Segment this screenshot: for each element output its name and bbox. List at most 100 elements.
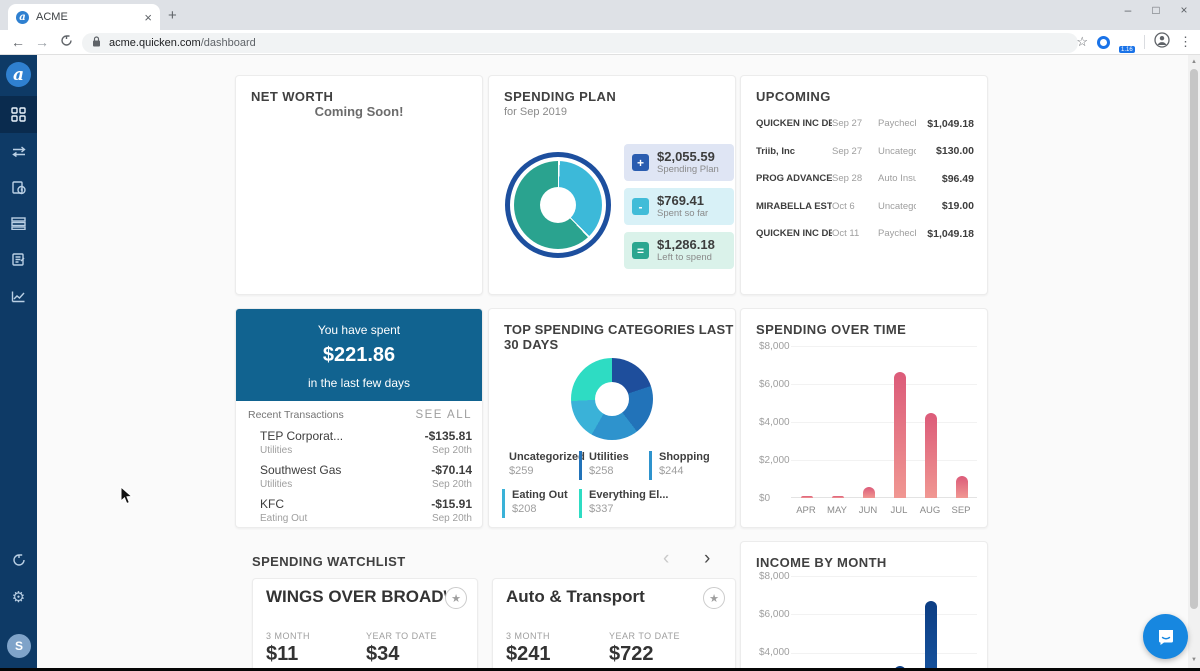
spent-suffix: in the last few days xyxy=(236,367,482,390)
window-close-button[interactable]: × xyxy=(1170,3,1198,17)
bar-apr xyxy=(801,496,813,498)
date: Sep 20th xyxy=(432,445,472,456)
period-value: $11 xyxy=(266,643,298,666)
extension-badge-icon[interactable]: 1.16 xyxy=(1119,35,1135,49)
sidebar-settings-button[interactable]: ⚙ xyxy=(0,578,37,615)
watchlist-item-card[interactable]: WINGS OVER BROADW... ★ 3 MONTH YEAR TO D… xyxy=(252,578,478,671)
legend-swatch xyxy=(502,489,505,518)
star-glyph: ★ xyxy=(451,592,461,605)
scroll-up-icon[interactable]: ▲ xyxy=(1188,59,1200,65)
period-value: $241 xyxy=(506,643,551,666)
date: Oct 6 xyxy=(832,201,878,212)
sidebar-item-bills[interactable] xyxy=(0,169,37,206)
page-scrollbar[interactable]: ▲ ▼ xyxy=(1188,55,1200,671)
y-axis-label: $2,000 xyxy=(759,455,790,466)
sidebar-item-dashboard[interactable] xyxy=(0,96,37,133)
date: Sep 20th xyxy=(432,513,472,524)
scrollbar-thumb[interactable] xyxy=(1190,69,1198,609)
category: Utilities xyxy=(260,479,292,490)
y-axis-label: $8,000 xyxy=(759,341,790,352)
upcoming-row[interactable]: PROG ADVANCED Sep 28 Auto Insuran... $96… xyxy=(756,165,974,193)
url-field[interactable]: acme.quicken.com/dashboard xyxy=(82,33,1078,53)
legend-swatch xyxy=(579,451,582,480)
watchlist-header: SPENDING WATCHLIST ‹ › xyxy=(235,548,735,572)
spending-plan-subtitle: for Sep 2019 xyxy=(504,106,567,118)
equals-icon: = xyxy=(632,242,649,259)
star-icon[interactable]: ★ xyxy=(703,587,725,609)
transfer-arrows-icon xyxy=(11,146,27,158)
legend-value: $258 xyxy=(589,465,629,477)
legend-label: Eating Out xyxy=(512,489,568,501)
category-legend-row: Uncategorized $259 Utilities $258 Shoppi… xyxy=(502,451,727,480)
tab-title: ACME xyxy=(36,11,144,23)
chevron-left-icon[interactable]: ‹ xyxy=(663,548,669,570)
x-axis-label: APR xyxy=(791,505,821,516)
spent-summary-card: You have spent $221.86 in the last few d… xyxy=(235,308,483,528)
bills-clock-icon xyxy=(11,180,26,195)
upcoming-row[interactable]: MIRABELLA ESTA... Oct 6 Uncategorized $1… xyxy=(756,193,974,221)
window-maximize-button[interactable]: □ xyxy=(1142,3,1170,17)
app-sidebar: a ⚙ S xyxy=(0,55,37,671)
see-all-link[interactable]: SEE ALL xyxy=(415,409,472,421)
bookmark-star-icon[interactable]: ☆ xyxy=(1076,34,1088,50)
stat-label: Spent so far xyxy=(657,208,708,219)
x-axis-label: SEP xyxy=(946,505,976,516)
dashboard-grid-icon xyxy=(11,107,26,122)
category: Paycheck xyxy=(878,118,916,129)
upcoming-row[interactable]: Triib, Inc Sep 27 Uncategorized $130.00 xyxy=(756,138,974,166)
watchlist-item-card[interactable]: Auto & Transport ★ 3 MONTH YEAR TO DATE … xyxy=(492,578,736,671)
x-axis-label: JUN xyxy=(853,505,883,516)
transaction-row[interactable]: TEP Corporat...-$135.81 UtilitiesSep 20t… xyxy=(260,429,472,456)
acme-logo[interactable]: a xyxy=(6,62,31,87)
stat-label: Left to spend xyxy=(657,252,715,263)
sidebar-item-reports[interactable] xyxy=(0,241,37,278)
sidebar-item-investments[interactable] xyxy=(0,278,37,315)
chat-bubble-button[interactable] xyxy=(1143,614,1188,659)
y-axis-label: $4,000 xyxy=(759,647,790,658)
extension-ring-icon[interactable] xyxy=(1097,36,1110,49)
legend-swatch xyxy=(649,451,652,480)
browser-window: a ACME × + – □ × ← → acme.quicken.com/da… xyxy=(0,0,1200,671)
top-categories-title: TOP SPENDING CATEGORIES LAST 30 DAYS xyxy=(504,322,735,352)
y-axis-label: $6,000 xyxy=(759,379,790,390)
transaction-row[interactable]: Southwest Gas-$70.14 UtilitiesSep 20th xyxy=(260,463,472,490)
upcoming-list: QUICKEN INC DES... Sep 27 Paycheck $1,04… xyxy=(756,110,974,248)
legend-value: $244 xyxy=(659,465,710,477)
y-axis-label: $6,000 xyxy=(759,609,790,620)
amount: $1,049.18 xyxy=(916,228,974,240)
browser-menu-icon[interactable]: ⋮ xyxy=(1179,34,1192,50)
browser-tab[interactable]: a ACME × xyxy=(8,4,160,30)
gear-icon: ⚙ xyxy=(12,588,25,606)
window-minimize-button[interactable]: – xyxy=(1114,3,1142,17)
amount: $96.49 xyxy=(916,173,974,185)
sidebar-item-transactions[interactable] xyxy=(0,133,37,170)
sidebar-refresh-button[interactable] xyxy=(0,541,37,578)
upcoming-row[interactable]: QUICKEN INC DES... Oct 11 Paycheck $1,04… xyxy=(756,220,974,248)
star-icon[interactable]: ★ xyxy=(445,587,467,609)
forward-icon[interactable]: → xyxy=(30,34,54,50)
tab-close-icon[interactable]: × xyxy=(144,10,152,25)
top-categories-card: TOP SPENDING CATEGORIES LAST 30 DAYS Unc… xyxy=(488,308,736,528)
user-avatar[interactable]: S xyxy=(7,634,31,658)
category: Auto Insuran... xyxy=(878,173,916,184)
payee: TEP Corporat... xyxy=(260,429,343,443)
sidebar-item-accounts[interactable] xyxy=(0,205,37,242)
y-axis-label: $4,000 xyxy=(759,417,790,428)
upcoming-row[interactable]: QUICKEN INC DES... Sep 27 Paycheck $1,04… xyxy=(756,110,974,138)
category: Paycheck xyxy=(878,228,916,239)
transaction-row[interactable]: KFC-$15.91 Eating OutSep 20th xyxy=(260,497,472,524)
legend-label: Uncategorized xyxy=(509,451,585,463)
period-label: YEAR TO DATE xyxy=(366,631,437,641)
legend-item: Utilities $258 xyxy=(579,451,649,480)
new-tab-button[interactable]: + xyxy=(168,7,177,24)
income-bar-plot xyxy=(791,576,977,671)
profile-icon[interactable] xyxy=(1154,32,1170,53)
back-icon[interactable]: ← xyxy=(6,34,30,50)
net-worth-message: Coming Soon! xyxy=(236,104,482,119)
scroll-down-icon[interactable]: ▼ xyxy=(1188,657,1200,663)
reload-icon[interactable] xyxy=(54,34,78,50)
spending-plan-card: SPENDING PLAN for Sep 2019 + $2,055.59 S… xyxy=(488,75,736,295)
chevron-right-icon[interactable]: › xyxy=(704,548,710,570)
spending-plan-donut-ring xyxy=(505,152,611,258)
period-label: YEAR TO DATE xyxy=(609,631,680,641)
